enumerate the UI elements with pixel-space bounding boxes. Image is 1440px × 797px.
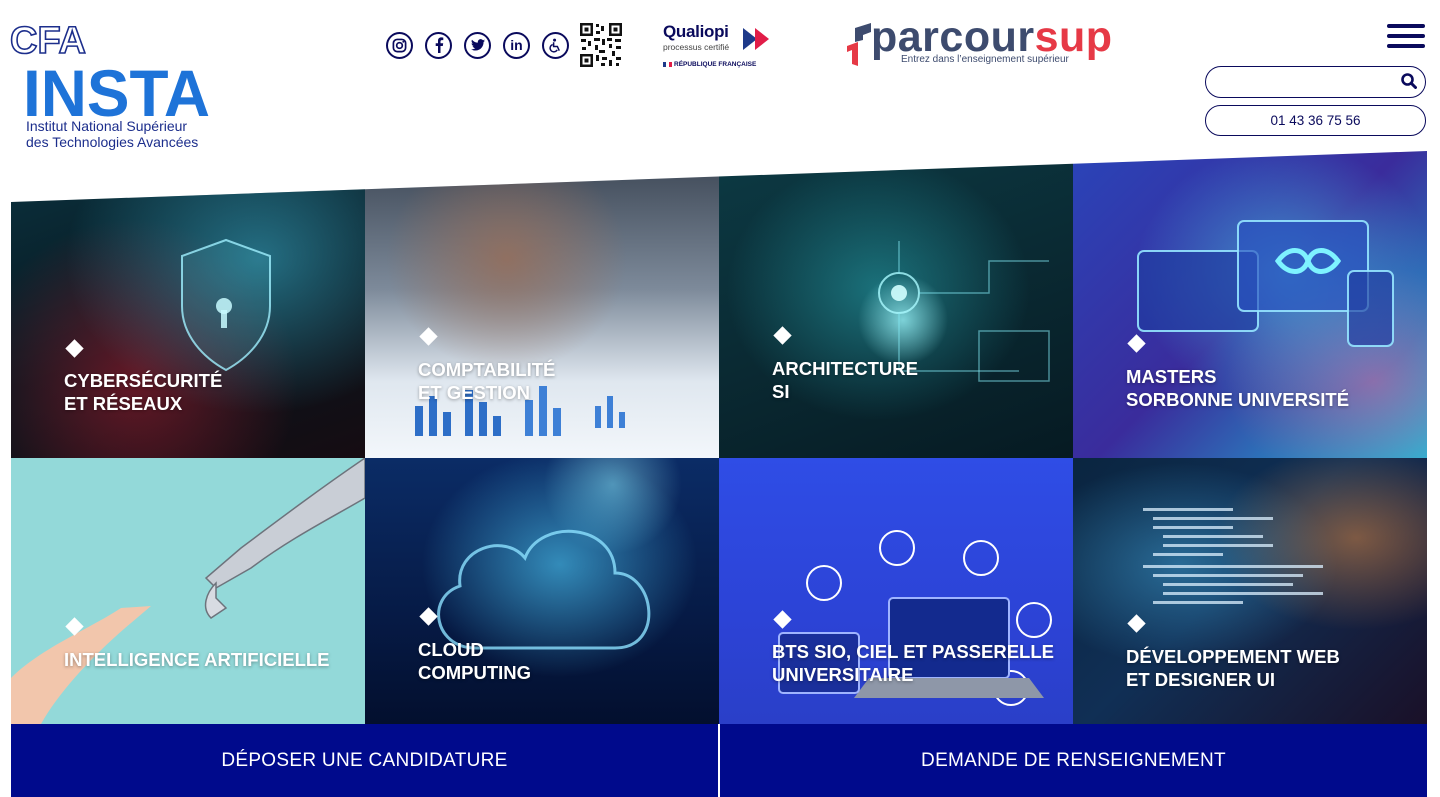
- social-links: in: [386, 22, 623, 68]
- tile-bts-sio[interactable]: BTS SIO, CIEL et passerelle universitair…: [719, 458, 1073, 724]
- info-request-button-label: DEMANDE DE RENSEIGNEMENT: [921, 749, 1226, 771]
- info-request-button[interactable]: DEMANDE DE RENSEIGNEMENT: [720, 724, 1427, 797]
- tile-label-line1: BTS SIO, CIEL et passerelle: [772, 641, 1054, 662]
- tile-label-line1: Intelligence artificielle: [64, 649, 330, 670]
- qualiopi-republic-text: RÉPUBLIQUE FRANÇAISE: [674, 61, 757, 68]
- parcoursup-mark-icon: [847, 23, 871, 66]
- logo-subtitle-line1: Institut National Supérieur: [26, 118, 188, 134]
- tile-architecture-si[interactable]: Architecture SI: [719, 151, 1073, 458]
- tile-developpement-web-label: Développement web et designer UI: [1126, 645, 1340, 691]
- linkedin-icon[interactable]: in: [503, 31, 530, 59]
- robot-hand-icon: [11, 458, 365, 724]
- parcoursup-logo[interactable]: parcoursup Entrez dans l’enseignement su…: [843, 13, 1128, 73]
- logo-subtitle-line2: des Technologies Avancées: [26, 134, 199, 150]
- shield-lock-icon: [181, 238, 271, 372]
- search-icon[interactable]: [1401, 73, 1417, 89]
- tile-developpement-web[interactable]: Développement web et designer UI: [1073, 458, 1427, 724]
- parcoursup-tagline: Entrez dans l’enseignement supérieur: [901, 54, 1069, 65]
- french-flag-icon: [663, 62, 672, 67]
- tile-label-line2: et designer UI: [1126, 669, 1276, 690]
- phone-button[interactable]: 01 43 36 75 56: [1205, 105, 1426, 136]
- logo-subtitle: Institut National Supérieur des Technolo…: [26, 118, 198, 150]
- linkedin-text: in: [510, 37, 523, 53]
- program-tiles: Cybersécurité et réseaux Comptabilité et…: [11, 151, 1427, 724]
- tile-label-line2: et réseaux: [64, 393, 183, 414]
- tile-architecture-si-label: Architecture SI: [772, 357, 918, 403]
- tile-cybersecurite-label: Cybersécurité et réseaux: [64, 369, 222, 415]
- tile-label-line2: universitaire: [772, 664, 914, 685]
- tile-label-line2: Computing: [418, 662, 532, 683]
- tile-masters-sorbonne[interactable]: Masters Sorbonne Université: [1073, 151, 1427, 458]
- tile-label-line1: Masters: [1126, 366, 1217, 387]
- tile-label-line2: SI: [772, 381, 790, 402]
- qr-code-graphic: [579, 22, 623, 68]
- qualiopi-arrows-icon: [743, 28, 769, 50]
- tile-label-line2: et gestion: [418, 382, 531, 403]
- apply-button[interactable]: DÉPOSER UNE CANDIDATURE: [11, 724, 718, 797]
- tile-label-line1: Architecture: [772, 358, 918, 379]
- tile-label-line1: Comptabilité: [418, 359, 556, 380]
- cfa-insta-logo[interactable]: CFA INSTA Institut National Supérieur de…: [10, 20, 215, 155]
- tile-label-line1: Cloud: [418, 639, 484, 660]
- tile-cloud-computing-label: Cloud Computing: [418, 638, 531, 684]
- tile-bts-sio-label: BTS SIO, CIEL et passerelle universitair…: [772, 640, 1054, 686]
- hamburger-menu-icon[interactable]: [1387, 24, 1425, 48]
- tile-cloud-computing[interactable]: Cloud Computing: [365, 458, 719, 724]
- cfa-insta-logo-mark: CFA INSTA: [10, 20, 210, 120]
- tile-intelligence-artificielle-label: Intelligence artificielle: [64, 648, 330, 671]
- laptop-devices-icon: [778, 530, 1052, 706]
- tile-masters-sorbonne-label: Masters Sorbonne Université: [1126, 365, 1349, 411]
- tile-intelligence-artificielle[interactable]: Intelligence artificielle: [11, 458, 365, 724]
- tile-comptabilite-label: Comptabilité et gestion: [418, 358, 555, 404]
- instagram-icon[interactable]: [386, 31, 413, 59]
- devices-icon: [1137, 220, 1394, 347]
- tile-label-line1: Développement web: [1126, 646, 1340, 667]
- phone-number: 01 43 36 75 56: [1270, 113, 1361, 128]
- tile-comptabilite[interactable]: Comptabilité et gestion: [365, 151, 719, 458]
- facebook-icon[interactable]: [425, 31, 452, 59]
- qr-code-icon[interactable]: [579, 22, 623, 68]
- accessibility-icon[interactable]: [542, 31, 569, 59]
- apply-button-label: DÉPOSER UNE CANDIDATURE: [221, 749, 508, 771]
- qualiopi-republic: RÉPUBLIQUE FRANÇAISE: [663, 61, 778, 68]
- tile-label-line1: Cybersécurité: [64, 370, 223, 391]
- code-lines-icon: [1143, 508, 1323, 604]
- tile-label-line2: Sorbonne Université: [1126, 389, 1350, 410]
- twitter-icon[interactable]: [464, 31, 491, 59]
- logo-insta-text: INSTA: [23, 56, 210, 120]
- qualiopi-badge[interactable]: Qualiopi processus certifié RÉPUBLIQUE F…: [663, 22, 778, 72]
- tile-cybersecurite[interactable]: Cybersécurité et réseaux: [11, 151, 365, 458]
- search-input[interactable]: [1218, 71, 1393, 93]
- search-box[interactable]: [1205, 66, 1426, 98]
